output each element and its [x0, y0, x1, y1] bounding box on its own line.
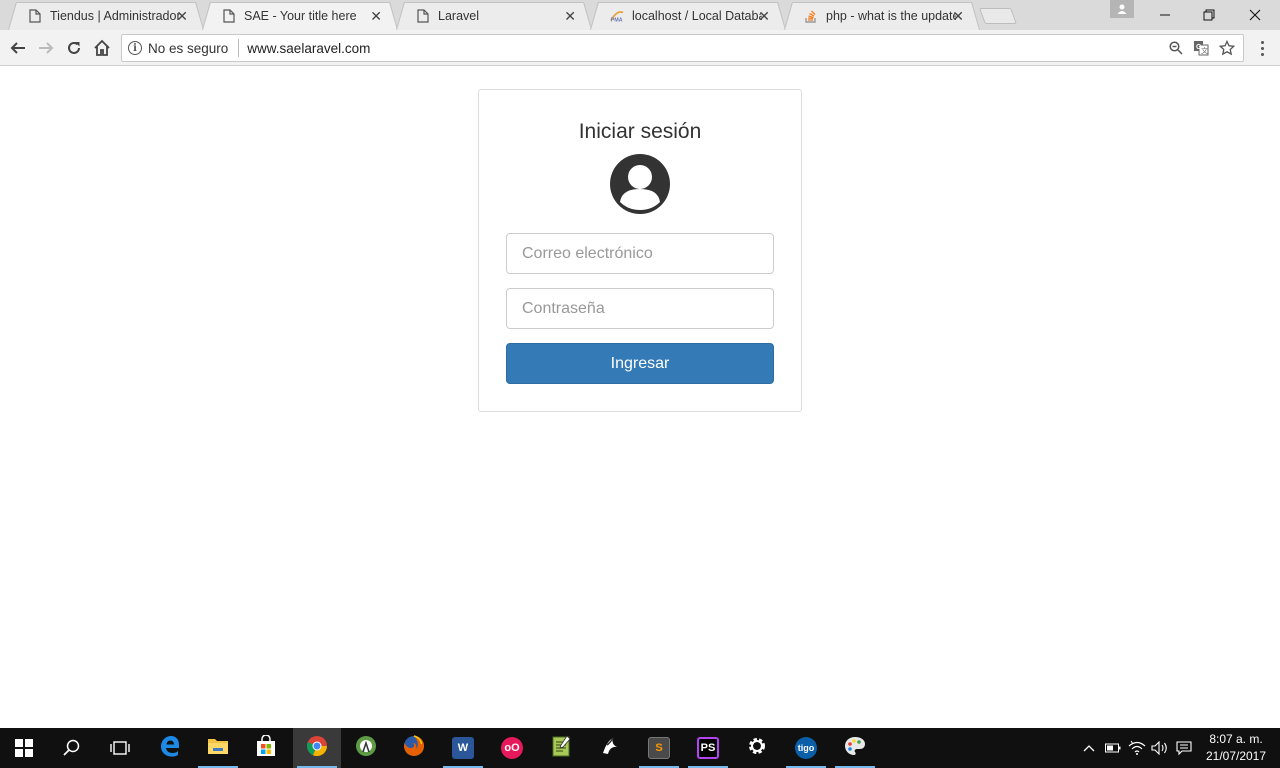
- palette-icon: [844, 735, 866, 762]
- email-field[interactable]: [506, 233, 774, 274]
- edge-icon: [159, 735, 181, 762]
- flickr-icon: oO: [501, 737, 523, 759]
- wifi-icon[interactable]: [1126, 728, 1148, 768]
- url-text[interactable]: www.saelaravel.com: [247, 41, 370, 56]
- close-window-button[interactable]: [1232, 0, 1278, 30]
- sublime-icon: S: [648, 737, 670, 759]
- taskbar-app-inkscape[interactable]: [586, 728, 634, 768]
- new-tab-button[interactable]: [979, 8, 1017, 24]
- close-tab-icon[interactable]: ✕: [758, 8, 770, 25]
- taskbar-app-file-explorer[interactable]: [194, 728, 242, 768]
- android-studio-icon: [355, 735, 377, 762]
- action-center-icon[interactable]: [1172, 728, 1196, 768]
- show-hidden-icons-button[interactable]: [1080, 728, 1098, 768]
- taskbar-app-firefox[interactable]: [390, 728, 438, 768]
- close-tab-icon[interactable]: ✕: [564, 8, 576, 25]
- taskbar-app-paint[interactable]: [831, 728, 879, 768]
- windows-taskbar: W oO S PS tigo 8:07 a. m. 21/07/2017: [0, 728, 1280, 768]
- translate-icon[interactable]: G文: [1193, 40, 1209, 61]
- browser-tab-strip: Tiendus | Administrador ✕ SAE - Your tit…: [0, 0, 1280, 30]
- task-view-icon: [110, 741, 130, 755]
- tab-title: php - what is the update: [826, 9, 956, 23]
- tab-title: localhost / Local Databas: [632, 9, 762, 23]
- profile-icon[interactable]: [1110, 0, 1134, 18]
- firefox-icon: [403, 734, 425, 762]
- info-icon[interactable]: i: [128, 41, 142, 55]
- chevron-up-icon: [1083, 745, 1095, 752]
- back-button[interactable]: [6, 36, 30, 60]
- taskbar-app-chrome[interactable]: [293, 728, 341, 768]
- close-tab-icon[interactable]: ✕: [952, 8, 964, 25]
- password-field[interactable]: [506, 288, 774, 329]
- user-avatar-icon: [608, 152, 672, 216]
- gear-icon: [746, 735, 768, 762]
- inkscape-icon: [599, 735, 621, 762]
- login-submit-button[interactable]: Ingresar: [506, 343, 774, 384]
- stackoverflow-icon: [804, 9, 818, 23]
- taskbar-app-store[interactable]: [242, 728, 290, 768]
- svg-text:PMA: PMA: [611, 17, 623, 23]
- tab-title: Tiendus | Administrador: [50, 9, 180, 23]
- store-icon: [255, 733, 277, 762]
- tab-sae[interactable]: SAE - Your title here ✕: [202, 2, 398, 30]
- bookmark-star-icon[interactable]: [1218, 39, 1236, 61]
- tab-title: Laravel: [438, 9, 479, 23]
- task-view-button[interactable]: [96, 728, 144, 768]
- zoom-icon[interactable]: [1169, 41, 1183, 60]
- tab-stackoverflow[interactable]: php - what is the update ✕: [784, 2, 980, 30]
- taskbar-app-edge[interactable]: [146, 728, 194, 768]
- phpmyadmin-icon: PMA: [610, 9, 624, 23]
- taskbar-app-android-studio[interactable]: [342, 728, 390, 768]
- close-tab-icon[interactable]: ✕: [176, 8, 188, 25]
- battery-icon[interactable]: [1102, 728, 1124, 768]
- windows-icon: [15, 739, 33, 757]
- svg-text:文: 文: [1201, 46, 1208, 55]
- taskbar-app-notepad[interactable]: [537, 728, 585, 768]
- system-clock[interactable]: 8:07 a. m. 21/07/2017: [1196, 731, 1276, 765]
- forward-button[interactable]: [34, 36, 58, 60]
- taskbar-app-settings[interactable]: [733, 728, 781, 768]
- taskbar-app-word[interactable]: W: [439, 728, 487, 768]
- taskbar-app-flickr[interactable]: oO: [488, 728, 536, 768]
- page-icon: [222, 9, 236, 23]
- phpstorm-icon: PS: [697, 737, 719, 759]
- chrome-menu-icon[interactable]: [1252, 38, 1272, 58]
- taskbar-app-tigo[interactable]: tigo: [782, 728, 830, 768]
- reload-button[interactable]: [62, 36, 86, 60]
- folder-icon: [207, 736, 229, 761]
- restore-button[interactable]: [1186, 0, 1232, 30]
- home-button[interactable]: [90, 36, 114, 60]
- page-icon: [28, 9, 42, 23]
- close-tab-icon[interactable]: ✕: [370, 8, 382, 25]
- security-status[interactable]: No es seguro: [148, 41, 228, 56]
- tab-title: SAE - Your title here: [244, 9, 357, 23]
- tab-laravel[interactable]: Laravel ✕: [396, 2, 592, 30]
- taskbar-app-sublime-text[interactable]: S: [635, 728, 683, 768]
- chrome-icon: [306, 735, 328, 762]
- login-title: Iniciar sesión: [578, 120, 702, 143]
- start-button[interactable]: [0, 728, 48, 768]
- word-icon: W: [452, 737, 474, 759]
- volume-icon[interactable]: [1150, 728, 1170, 768]
- tab-tiendus[interactable]: Tiendus | Administrador ✕: [8, 2, 204, 30]
- login-panel: Iniciar sesión Ingresar: [478, 89, 802, 412]
- tigo-icon: tigo: [795, 737, 817, 759]
- address-bar[interactable]: i No es seguro www.saelaravel.com G文: [121, 34, 1244, 62]
- browser-toolbar: i No es seguro www.saelaravel.com G文: [0, 30, 1280, 66]
- search-button[interactable]: [48, 728, 96, 768]
- clock-time: 8:07 a. m.: [1209, 732, 1263, 746]
- taskbar-app-phpstorm[interactable]: PS: [684, 728, 732, 768]
- search-icon: [63, 739, 80, 756]
- tab-phpmyadmin[interactable]: PMA localhost / Local Databas ✕: [590, 2, 786, 30]
- minimize-button[interactable]: [1142, 0, 1188, 30]
- notepad-icon: [550, 734, 572, 762]
- divider: [238, 39, 240, 57]
- page-icon: [416, 9, 430, 23]
- clock-date: 21/07/2017: [1205, 749, 1267, 763]
